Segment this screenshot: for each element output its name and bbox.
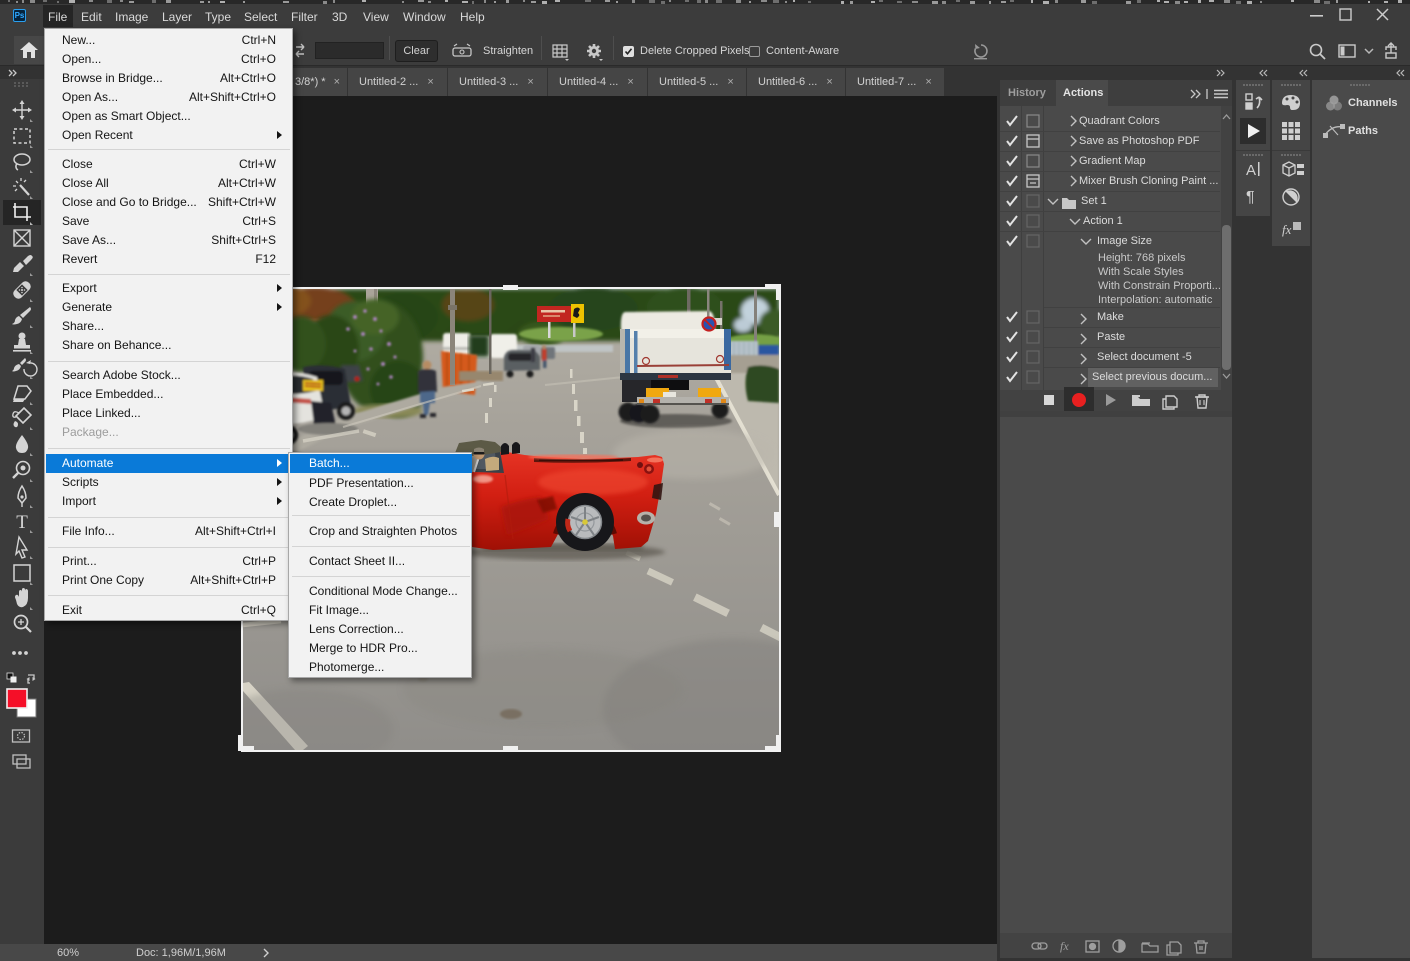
svg-text:A: A xyxy=(1246,162,1256,179)
svg-text:T: T xyxy=(16,512,28,533)
svg-text:fx: fx xyxy=(1282,222,1292,237)
svg-text:fx: fx xyxy=(1060,939,1069,953)
svg-text:¶: ¶ xyxy=(1246,189,1255,206)
